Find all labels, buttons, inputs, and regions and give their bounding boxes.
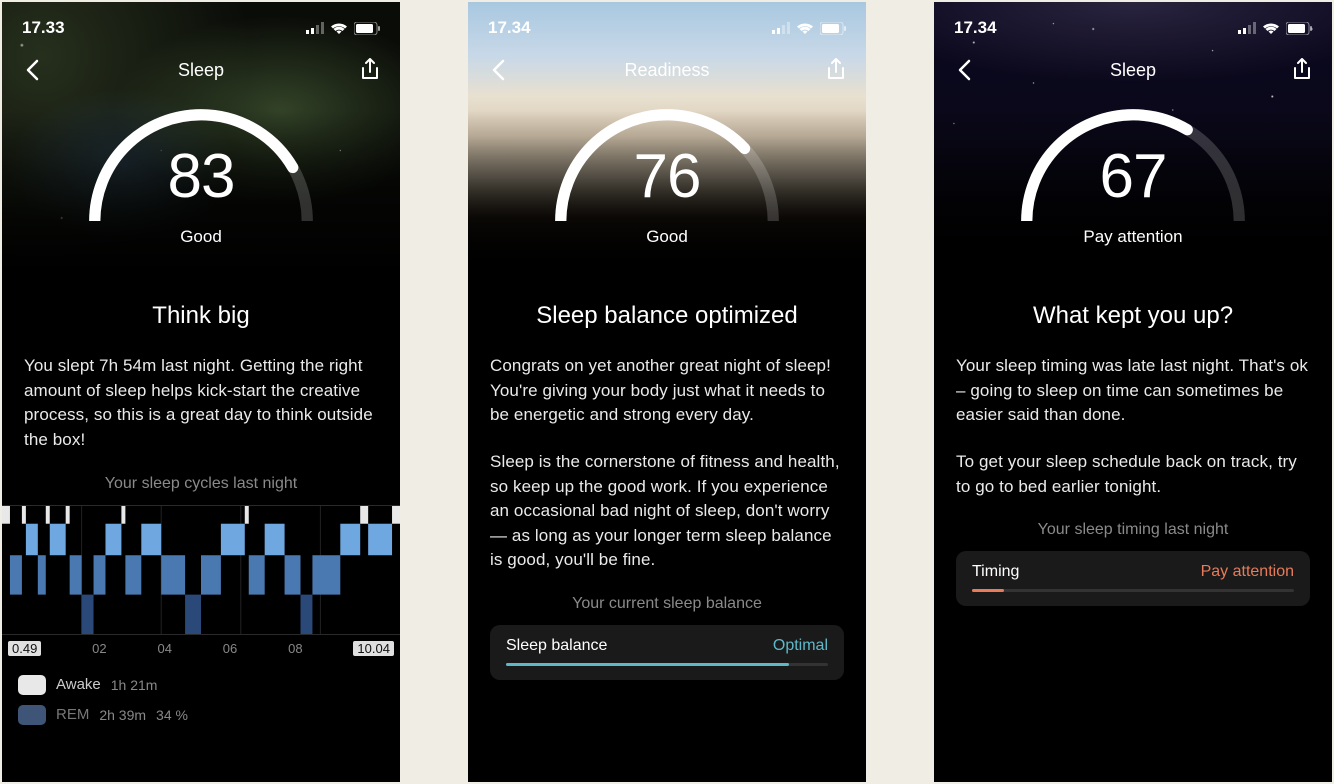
battery-icon <box>1286 22 1312 35</box>
status-bar: 17.34 <box>934 10 1332 42</box>
legend-item-rem[interactable]: REM 2h 39m 34 % <box>18 700 384 730</box>
headline: Sleep balance optimized <box>490 302 844 330</box>
metric-value: Pay attention <box>1201 563 1294 581</box>
legend-swatch <box>18 705 46 725</box>
section-label: Your current sleep balance <box>490 595 844 613</box>
legend-duration: 2h 39m <box>99 707 146 723</box>
wifi-icon <box>796 22 814 35</box>
content-area[interactable]: What kept you up? Your sleep timing was … <box>934 272 1332 782</box>
signal-icon <box>1238 22 1256 34</box>
share-button[interactable] <box>1286 54 1318 86</box>
hero-area: 17.33 Sleep 83 Good <box>2 2 400 272</box>
metric-fill <box>506 663 789 666</box>
chart-legend: Awake 1h 21m REM 2h 39m 34 % <box>18 670 384 730</box>
signal-icon <box>772 22 790 34</box>
legend-item-awake[interactable]: Awake 1h 21m <box>18 670 384 700</box>
body-paragraph: Sleep is the cornerstone of fitness and … <box>490 450 844 573</box>
x-tick: 02 <box>92 641 106 656</box>
legend-swatch <box>18 675 46 695</box>
legend-name: Awake <box>56 676 101 693</box>
share-icon <box>360 58 380 82</box>
score-value: 83 <box>168 141 235 212</box>
metric-bar <box>972 589 1294 592</box>
status-time: 17.33 <box>22 18 65 38</box>
content-area[interactable]: Think big You slept 7h 54m last night. G… <box>2 272 400 782</box>
chart-x-axis: 0.49 02 04 06 08 10.04 <box>2 639 400 658</box>
x-tick: 08 <box>288 641 302 656</box>
back-button[interactable] <box>482 54 514 86</box>
screen-readiness: 17.34 Readiness 76 Good Slee <box>468 2 866 782</box>
wifi-icon <box>1262 22 1280 35</box>
score-value: 67 <box>1100 141 1167 212</box>
legend-pct: 34 % <box>156 707 188 723</box>
score-label: Pay attention <box>1083 227 1182 247</box>
score-gauge: 83 Good <box>76 96 326 247</box>
section-label: Your sleep cycles last night <box>24 475 378 493</box>
nav-bar: Readiness <box>468 42 866 98</box>
headline: Think big <box>24 302 378 330</box>
share-button[interactable] <box>354 54 386 86</box>
metric-card-sleep-balance[interactable]: Sleep balance Optimal <box>490 625 844 680</box>
status-time: 17.34 <box>954 18 997 38</box>
battery-icon <box>820 22 846 35</box>
status-icons <box>1238 22 1312 35</box>
x-tick: 04 <box>157 641 171 656</box>
back-button[interactable] <box>948 54 980 86</box>
body-paragraph: You slept 7h 54m last night. Getting the… <box>24 354 378 453</box>
chevron-left-icon <box>957 59 971 81</box>
score-gauge: 76 Good <box>542 96 792 247</box>
share-icon <box>1292 58 1312 82</box>
hero-area: 17.34 Sleep 67 Pay attention <box>934 2 1332 272</box>
legend-name: REM <box>56 706 89 723</box>
page-title: Readiness <box>514 60 820 81</box>
score-label: Good <box>180 227 222 247</box>
status-bar: 17.34 <box>468 10 866 42</box>
screen-sleep-good: 17.33 Sleep 83 Good Think bi <box>2 2 400 782</box>
body-paragraph: Congrats on yet another great night of s… <box>490 354 844 428</box>
score-value: 76 <box>634 141 701 212</box>
wifi-icon <box>330 22 348 35</box>
back-button[interactable] <box>16 54 48 86</box>
score-label: Good <box>646 227 688 247</box>
metric-bar <box>506 663 828 666</box>
metric-name: Sleep balance <box>506 637 607 655</box>
status-time: 17.34 <box>488 18 531 38</box>
metric-card-timing[interactable]: Timing Pay attention <box>956 551 1310 606</box>
nav-bar: Sleep <box>934 42 1332 98</box>
hero-area: 17.34 Readiness 76 Good <box>468 2 866 272</box>
chevron-left-icon <box>491 59 505 81</box>
sleep-cycles-chart[interactable] <box>2 505 400 635</box>
screen-sleep-attention: 17.34 Sleep 67 Pay attention <box>934 2 1332 782</box>
status-icons <box>772 22 846 35</box>
metric-name: Timing <box>972 563 1019 581</box>
body-paragraph: Your sleep timing was late last night. T… <box>956 354 1310 428</box>
content-area[interactable]: Sleep balance optimized Congrats on yet … <box>468 272 866 782</box>
signal-icon <box>306 22 324 34</box>
page-title: Sleep <box>980 60 1286 81</box>
metric-fill <box>972 589 1004 592</box>
score-gauge: 67 Pay attention <box>1008 96 1258 247</box>
section-label: Your sleep timing last night <box>956 521 1310 539</box>
share-icon <box>826 58 846 82</box>
share-button[interactable] <box>820 54 852 86</box>
status-icons <box>306 22 380 35</box>
metric-value: Optimal <box>773 637 828 655</box>
x-tick: 10.04 <box>353 641 394 656</box>
page-title: Sleep <box>48 60 354 81</box>
headline: What kept you up? <box>956 302 1310 330</box>
chevron-left-icon <box>25 59 39 81</box>
x-tick: 06 <box>223 641 237 656</box>
legend-duration: 1h 21m <box>111 677 158 693</box>
nav-bar: Sleep <box>2 42 400 98</box>
status-bar: 17.33 <box>2 10 400 42</box>
battery-icon <box>354 22 380 35</box>
body-paragraph: To get your sleep schedule back on track… <box>956 450 1310 499</box>
x-tick: 0.49 <box>8 641 41 656</box>
